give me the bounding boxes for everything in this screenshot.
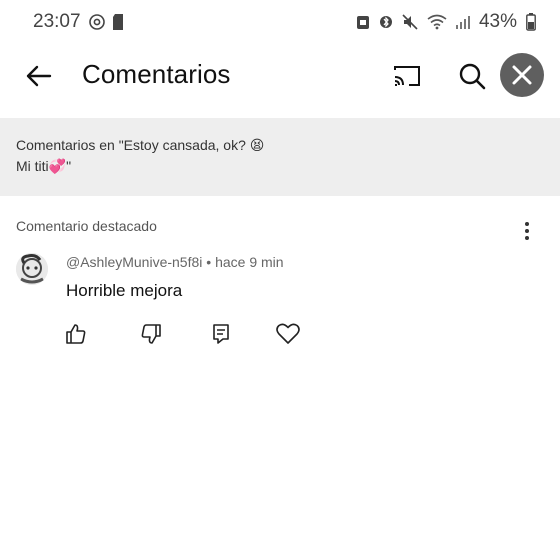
more-options-button[interactable] <box>517 218 537 244</box>
sd-card-icon <box>112 14 123 30</box>
status-bar: 23:07 43% <box>0 0 560 44</box>
wifi-icon <box>427 14 447 30</box>
search-button[interactable] <box>455 60 489 92</box>
page-title: Comentarios <box>82 59 231 89</box>
back-arrow-icon <box>26 65 52 87</box>
like-button[interactable] <box>60 318 92 350</box>
close-icon <box>512 65 532 85</box>
battery-percent: 43% <box>478 11 517 32</box>
thumbs-up-icon <box>66 324 86 344</box>
context-banner-line2: Mi titi💞" <box>16 158 72 174</box>
close-button[interactable] <box>500 53 544 97</box>
more-vert-icon <box>525 222 529 240</box>
reply-icon <box>213 324 229 344</box>
signal-icon <box>455 14 470 30</box>
section-label: Comentario destacado <box>16 218 157 234</box>
search-icon <box>459 63 486 90</box>
bluetooth-icon <box>379 14 393 30</box>
back-button[interactable] <box>22 60 54 92</box>
alarm-icon <box>356 14 370 30</box>
battery-icon <box>526 13 536 31</box>
mute-icon <box>402 14 418 30</box>
dislike-button[interactable] <box>135 318 167 350</box>
app-bar: Comentarios <box>0 46 560 106</box>
avatar[interactable] <box>16 253 48 285</box>
at-sign-icon <box>88 14 105 30</box>
heart-icon <box>276 323 300 344</box>
cast-button[interactable] <box>390 60 424 92</box>
meta-separator: • <box>206 254 212 270</box>
comment-text: Horrible mejora <box>66 281 183 300</box>
comment-time: hace 9 min <box>215 254 284 270</box>
reply-button[interactable] <box>205 318 237 350</box>
context-banner-line1: Comentarios en "Estoy cansada, ok? 😫 <box>16 137 265 153</box>
comment-author[interactable]: @AshleyMunive-n5f8i <box>66 254 202 270</box>
status-left: 23:07 <box>33 11 123 33</box>
context-banner[interactable]: Comentarios en "Estoy cansada, ok? 😫 Mi … <box>0 118 560 196</box>
status-right: 43% <box>356 11 536 33</box>
cast-icon <box>394 66 420 86</box>
heart-button[interactable] <box>272 318 304 350</box>
comment-meta: @AshleyMunive-n5f8i • hace 9 min <box>66 254 284 270</box>
thumbs-down-icon <box>141 324 161 344</box>
status-time: 23:07 <box>33 11 81 32</box>
